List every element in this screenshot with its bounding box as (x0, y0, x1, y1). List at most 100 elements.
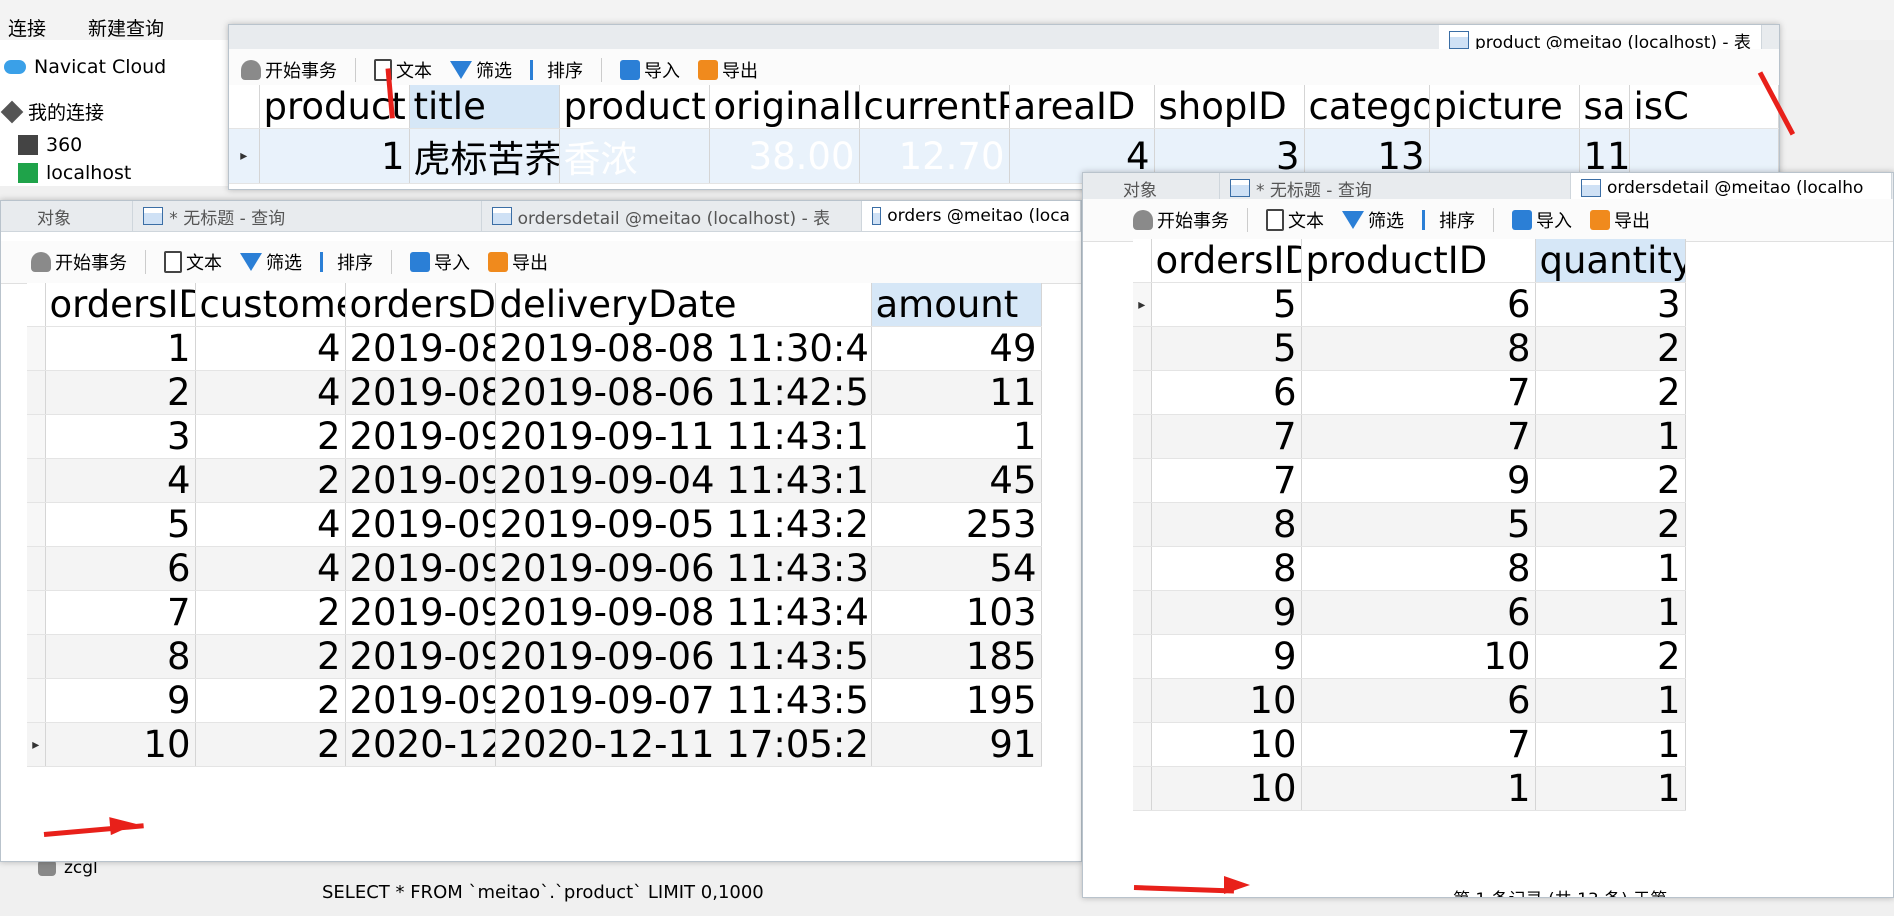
cell[interactable]: 2 (45, 370, 196, 415)
cell[interactable]: 7 (1301, 722, 1536, 767)
cell[interactable]: 6 (1301, 590, 1536, 635)
cell[interactable]: 5 (45, 502, 196, 547)
cell[interactable]: 1 (1535, 546, 1686, 591)
cell[interactable]: 1 (1301, 766, 1536, 811)
cell[interactable]: 2 (195, 414, 346, 459)
cell[interactable]: 4 (195, 546, 346, 591)
cell[interactable]: 2019-09- (345, 458, 496, 503)
cell[interactable]: 4 (195, 370, 346, 415)
begin-transaction-button[interactable]: 开始事务 (241, 57, 337, 83)
cell[interactable]: 7 (1301, 414, 1536, 459)
cell[interactable]: 2 (195, 722, 346, 767)
cell[interactable]: 2 (195, 590, 346, 635)
cell[interactable]: 195 (871, 678, 1042, 723)
cell[interactable]: 2019-09- (345, 414, 496, 459)
cell[interactable]: 6 (1151, 370, 1302, 415)
table-row[interactable]: 322019-09-2019-09-11 11:43:101 (27, 414, 1042, 459)
cell[interactable]: 6 (1301, 678, 1536, 723)
cell[interactable]: 10 (1301, 634, 1536, 679)
cell[interactable]: 91 (871, 722, 1042, 767)
column-header[interactable]: areaID (1009, 85, 1155, 129)
import-button[interactable]: 导入 (620, 57, 680, 83)
cell[interactable]: 8 (1301, 326, 1536, 371)
cell[interactable]: 2 (1535, 502, 1686, 547)
sort-button[interactable]: 排序 (1422, 207, 1475, 233)
cell[interactable]: 6 (45, 546, 196, 591)
cell[interactable]: 4 (195, 502, 346, 547)
table-row[interactable]: 822019-09-2019-09-06 11:43:53185 (27, 634, 1042, 679)
cell[interactable]: 2019-09-04 11:43:19 (495, 458, 872, 503)
table-row[interactable]: 542019-09-2019-09-05 11:43:29253 (27, 502, 1042, 547)
cell[interactable]: 7 (1301, 370, 1536, 415)
column-header[interactable]: productI (559, 85, 710, 129)
table-row[interactable]: 142019-08-2019-08-08 11:30:4349 (27, 326, 1042, 371)
table-row[interactable]: 881 (1133, 546, 1686, 591)
table-row[interactable]: 582 (1133, 326, 1686, 371)
cell[interactable]: 2019-09-05 11:43:29 (495, 502, 872, 547)
cell[interactable]: 7 (1151, 414, 1302, 459)
cell[interactable]: 12.70 (859, 128, 1010, 184)
export-button[interactable]: 导出 (698, 57, 758, 83)
cell[interactable]: 8 (1151, 502, 1302, 547)
cell[interactable]: 3 (45, 414, 196, 459)
cell[interactable]: 2019-09- (345, 678, 496, 723)
table-row[interactable]: 852 (1133, 502, 1686, 547)
cell[interactable]: 5 (1151, 282, 1302, 327)
sort-button[interactable]: 排序 (530, 57, 583, 83)
cell[interactable]: 38.00 (709, 128, 860, 184)
column-header[interactable]: title (409, 85, 560, 129)
cell[interactable]: 1 (1535, 678, 1686, 723)
cell[interactable]: 2020-12- (345, 722, 496, 767)
column-header[interactable]: ordersID (45, 283, 196, 327)
cell[interactable]: 54 (871, 546, 1042, 591)
column-header[interactable]: shopID (1154, 85, 1305, 129)
cell[interactable]: 8 (45, 634, 196, 679)
cell[interactable]: 5 (1151, 326, 1302, 371)
table-row[interactable]: 9 10 2 (1133, 634, 1686, 679)
cell[interactable]: 2 (1535, 370, 1686, 415)
cell[interactable]: 10 (1151, 722, 1302, 767)
column-header[interactable]: productID (1301, 239, 1536, 283)
cell[interactable]: 2 (1535, 326, 1686, 371)
cell[interactable]: 虎标苦荞 (409, 128, 560, 184)
column-header[interactable]: currentP (859, 85, 1010, 129)
cell[interactable]: 2 (195, 634, 346, 679)
cell[interactable]: 9 (1301, 458, 1536, 503)
cell[interactable]: 103 (871, 590, 1042, 635)
cell[interactable]: 2019-09- (345, 546, 496, 591)
table-row[interactable]: 10 7 1 (1133, 722, 1686, 767)
connect-button[interactable]: 连接 (8, 14, 46, 41)
cell[interactable]: 7 (45, 590, 196, 635)
cell[interactable]: 2019-09- (345, 634, 496, 679)
export-button[interactable]: 导出 (1590, 207, 1650, 233)
tab-ordersdetail[interactable]: ordersdetail @meitao (localhost) - 表 (482, 201, 862, 231)
table-row[interactable]: 722019-09-2019-09-08 11:43:43103 (27, 590, 1042, 635)
my-connections-item[interactable]: 我的连接 (0, 98, 104, 125)
cell[interactable]: 3 (1535, 282, 1686, 327)
begin-transaction-button[interactable]: 开始事务 (31, 249, 127, 275)
cell[interactable]: 2019-09-07 11:43:59 (495, 678, 872, 723)
column-header[interactable]: salesCou (1579, 85, 1630, 129)
filter-button[interactable]: 筛选 (450, 57, 512, 83)
cell[interactable]: 4 (45, 458, 196, 503)
tab-untitled-query[interactable]: * 无标题 - 查询 (133, 201, 482, 231)
cell[interactable]: 2 (195, 678, 346, 723)
column-header[interactable]: amount (871, 283, 1042, 327)
table-row[interactable]: 792 (1133, 458, 1686, 503)
cell[interactable]: 8 (1151, 546, 1302, 591)
cell[interactable]: 2019-09- (345, 590, 496, 635)
column-header[interactable]: deliveryDate (495, 283, 872, 327)
cell[interactable]: 1 (871, 414, 1042, 459)
text-button[interactable]: 文本 (1266, 207, 1324, 233)
cell[interactable]: 2019-08-06 11:42:59 (495, 370, 872, 415)
table-row[interactable]: 422019-09-2019-09-04 11:43:1945 (27, 458, 1042, 503)
cell[interactable]: 1 (1535, 766, 1686, 811)
table-row[interactable]: 771 (1133, 414, 1686, 459)
cell[interactable]: 2019-08-08 11:30:43 (495, 326, 872, 371)
cell[interactable]: 2 (1535, 634, 1686, 679)
begin-transaction-button[interactable]: 开始事务 (1133, 207, 1229, 233)
cell[interactable]: 5 (1301, 502, 1536, 547)
cell[interactable]: 253 (871, 502, 1042, 547)
cell[interactable]: 9 (45, 678, 196, 723)
column-header[interactable]: ordersDa (345, 283, 496, 327)
